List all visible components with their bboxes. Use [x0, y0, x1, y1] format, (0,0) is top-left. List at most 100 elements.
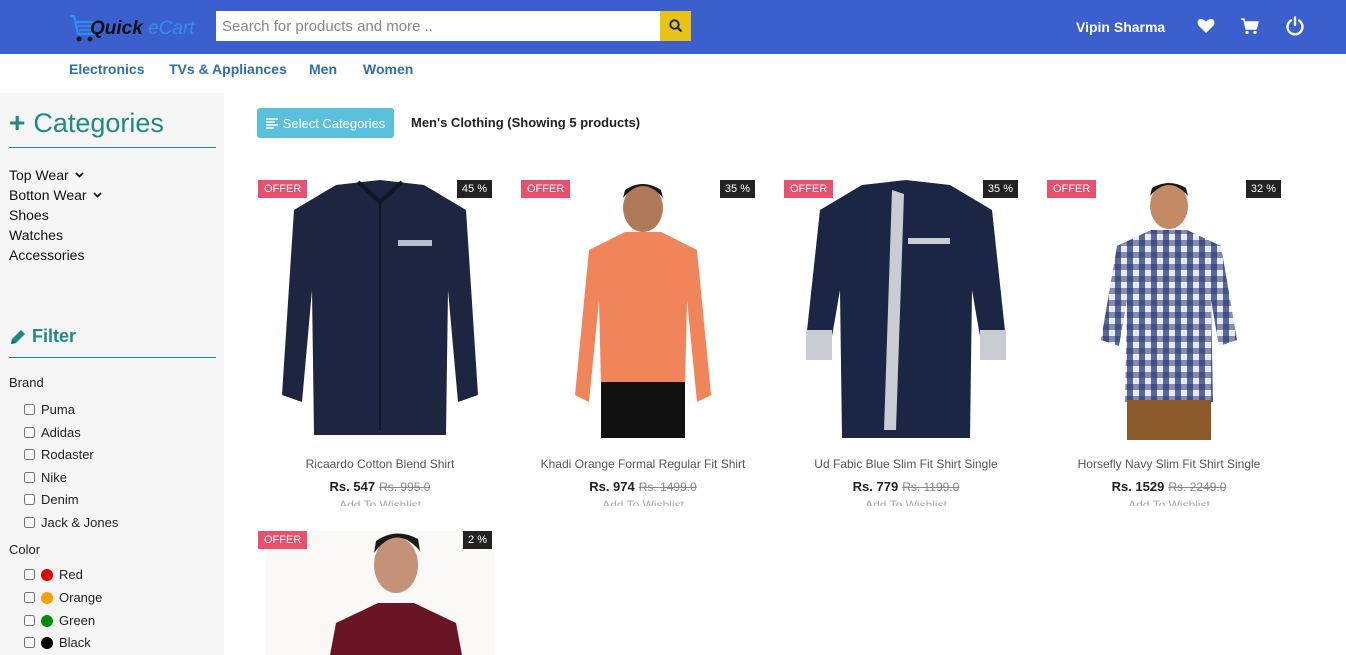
product-mrp: Rs. 1499.0	[638, 480, 697, 494]
product-name: Ricaardo Cotton Blend Shirt	[305, 457, 455, 471]
product-name: Ud Fabic Blue Slim Fit Shirt Single	[814, 457, 998, 471]
checkbox[interactable]	[24, 637, 35, 648]
color-filter-black[interactable]: Black	[24, 635, 91, 650]
product-price: Rs. 974	[589, 479, 635, 494]
shirt-shape	[1101, 230, 1237, 402]
power-icon	[1286, 16, 1304, 36]
search-button[interactable]	[660, 11, 691, 41]
pencil-icon	[11, 329, 25, 344]
offer-badge: OFFER	[1047, 180, 1097, 198]
price-row: Rs. 779 Rs. 1199.0	[782, 479, 1030, 494]
add-to-wishlist-link[interactable]: Add To Wishlist	[782, 498, 1030, 506]
checkbox[interactable]	[24, 449, 35, 460]
logo[interactable]: Quick eCart	[66, 10, 206, 46]
checkbox[interactable]	[24, 404, 35, 415]
checkbox[interactable]	[24, 427, 35, 438]
color-label: Color	[9, 542, 41, 557]
wishlist-button[interactable]	[1196, 16, 1216, 36]
brand-filter-denim[interactable]: Denim	[24, 492, 79, 507]
cart-icon	[1241, 18, 1259, 35]
logout-button[interactable]	[1285, 16, 1305, 36]
categories-heading: + Categories	[9, 107, 164, 138]
product-price: Rs. 547	[329, 479, 376, 494]
chevron-down-icon	[92, 192, 102, 198]
product-image	[806, 180, 1006, 438]
model-head	[374, 537, 418, 593]
discount-badge: 2 %	[463, 531, 492, 549]
product-card[interactable]: OFFER 45 % Ricaardo Cotton Blend Shirt R…	[256, 180, 504, 510]
discount-badge: 45 %	[456, 180, 492, 198]
product-name: Horsefly Navy Slim Fit Shirt Single	[1077, 457, 1261, 471]
brand-filter-jack-jones[interactable]: Jack & Jones	[24, 515, 118, 530]
checkbox[interactable]	[24, 494, 35, 505]
shirt-shape	[806, 180, 1006, 438]
category-accessories[interactable]: Accessories	[9, 247, 84, 263]
color-swatch	[41, 591, 53, 604]
nav-tvs-appliances[interactable]: TVs & Appliances	[169, 61, 287, 77]
product-name: Khadi Orange Formal Regular Fit Shirt	[540, 457, 746, 471]
add-to-wishlist-link[interactable]: Add To Wishlist	[519, 498, 767, 506]
brand-filter-nike[interactable]: Nike	[24, 470, 67, 485]
results-summary: Men's Clothing (Showing 5 products)	[411, 115, 641, 130]
add-to-wishlist-link[interactable]: Add To Wishlist	[256, 498, 504, 506]
checkbox[interactable]	[24, 517, 35, 528]
offer-badge: OFFER	[258, 180, 308, 198]
search-input[interactable]	[216, 11, 660, 41]
cart-button[interactable]	[1240, 16, 1260, 36]
product-price: Rs. 779	[852, 479, 899, 494]
brand-filter-puma[interactable]: Puma	[24, 402, 75, 417]
product-mrp: Rs. 995.0	[379, 480, 431, 494]
color-swatch	[41, 568, 53, 581]
product-mrp: Rs. 2249.0	[1168, 480, 1227, 494]
discount-badge: 35 %	[982, 180, 1018, 198]
list-icon	[265, 117, 278, 129]
product-card[interactable]: OFFER 35 % Khadi Orange Formal Regular F…	[519, 180, 767, 510]
product-card[interactable]: OFFER 32 % Horsefly Navy Slim Fit Shirt …	[1045, 180, 1293, 510]
category-watches[interactable]: Watches	[9, 227, 63, 243]
product-card[interactable]: OFFER 2 %	[256, 531, 504, 655]
category-top-wear[interactable]: Top Wear	[9, 167, 84, 183]
logo-text: Quick eCart	[90, 18, 195, 39]
category-shoes[interactable]: Shoes	[9, 207, 49, 223]
discount-badge: 32 %	[1245, 180, 1281, 198]
brand-filter-adidas[interactable]: Adidas	[24, 425, 81, 440]
select-categories-button[interactable]: Select Categories	[257, 108, 394, 138]
checkbox[interactable]	[24, 592, 35, 603]
nav-women[interactable]: Women	[363, 61, 413, 77]
user-name[interactable]: Vipin Sharma	[1076, 19, 1165, 35]
checkbox[interactable]	[24, 472, 35, 483]
price-row: Rs. 1529 Rs. 2249.0	[1045, 479, 1293, 494]
category-bottom-wear[interactable]: Botton Wear	[9, 187, 102, 203]
product-mrp: Rs. 1199.0	[902, 480, 960, 494]
add-to-wishlist-link[interactable]: Add To Wishlist	[1045, 498, 1293, 506]
divider	[9, 357, 216, 358]
offer-badge: OFFER	[784, 180, 834, 198]
color-filter-orange[interactable]: Orange	[24, 590, 102, 605]
discount-badge: 35 %	[719, 180, 755, 198]
offer-badge: OFFER	[521, 180, 571, 198]
product-image	[575, 184, 711, 438]
shirt-shape	[575, 232, 711, 402]
color-filter-green[interactable]: Green	[24, 613, 95, 628]
price-row: Rs. 974 Rs. 1499.0	[519, 479, 767, 494]
checkbox[interactable]	[24, 569, 35, 580]
color-filter-red[interactable]: Red	[24, 567, 83, 582]
filter-heading: Filter	[9, 326, 76, 347]
heart-icon	[1197, 18, 1215, 33]
checkbox[interactable]	[24, 615, 35, 626]
product-image	[1101, 183, 1237, 440]
product-image	[282, 180, 478, 435]
product-card[interactable]: OFFER 35 % Ud Fabic Blue Slim Fit Shirt …	[782, 180, 1030, 510]
divider	[9, 147, 216, 148]
brand-label: Brand	[9, 375, 44, 390]
top-header: Quick eCart Vipin Sharma	[0, 0, 1346, 54]
chevron-down-icon	[75, 172, 84, 178]
color-swatch	[41, 636, 53, 649]
plus-icon: +	[9, 107, 26, 138]
nav-electronics[interactable]: Electronics	[69, 61, 144, 77]
brand-filter-rodaster[interactable]: Rodaster	[24, 447, 94, 462]
product-price: Rs. 1529	[1111, 479, 1165, 494]
product-image	[266, 531, 494, 655]
search-icon	[668, 19, 682, 33]
nav-men[interactable]: Men	[309, 61, 337, 77]
